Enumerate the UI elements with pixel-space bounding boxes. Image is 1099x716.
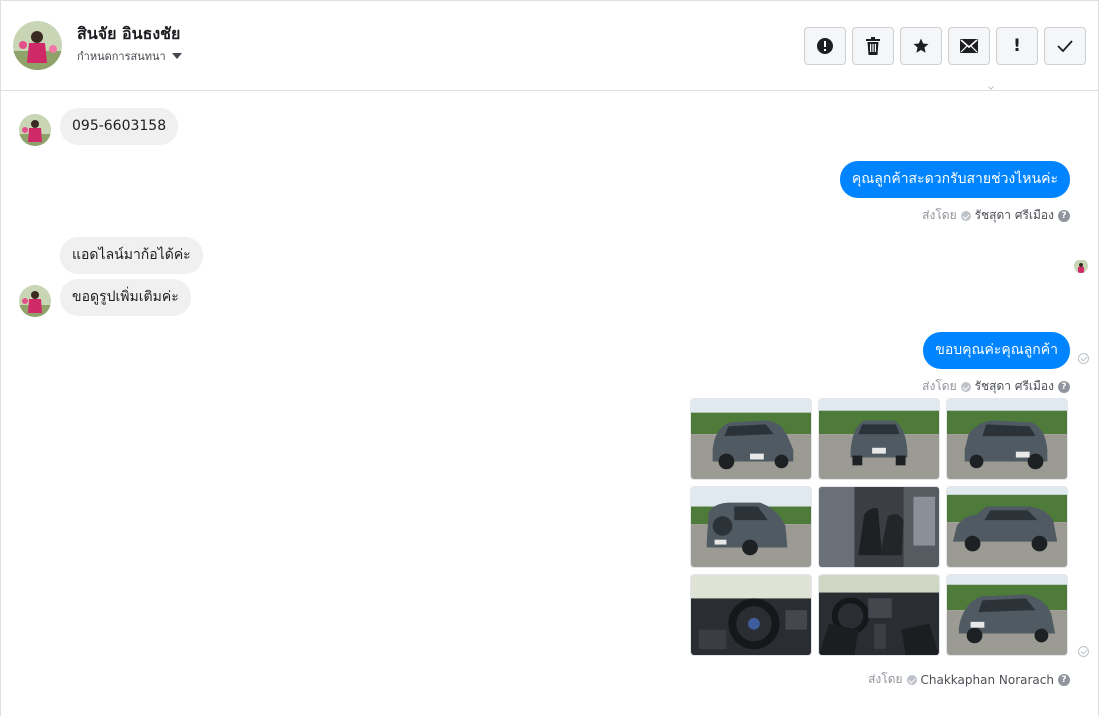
star-icon <box>913 38 929 53</box>
sent-by-label: ส่งโดย <box>868 672 903 686</box>
alert-circle-icon <box>817 38 833 54</box>
car-photo-8[interactable] <box>818 574 940 656</box>
car-photo-2[interactable] <box>818 398 940 480</box>
verified-icon <box>960 210 971 221</box>
car-photo-4[interactable] <box>690 486 812 568</box>
outgoing-message[interactable]: ขอบคุณค่ะคุณลูกค้า <box>923 332 1070 369</box>
sent-by-info: ส่งโดย Chakkaphan Norarach ? <box>868 670 1070 689</box>
conversation-toolbar: ! <box>804 27 1086 65</box>
sent-by-info: ส่งโดย รัชสุดา ศรีเมือง ? <box>922 206 1070 225</box>
verified-icon <box>960 381 971 392</box>
seen-avatar <box>1074 259 1088 273</box>
mark-unread-button[interactable] <box>948 27 990 65</box>
car-photo-1[interactable] <box>690 398 812 480</box>
incoming-message[interactable]: แอดไลน์มาก้อได้ค่ะ <box>60 237 203 274</box>
car-photo-5[interactable] <box>818 486 940 568</box>
contact-avatar-small[interactable] <box>19 114 51 146</box>
important-button[interactable]: ! <box>996 27 1038 65</box>
contact-avatar[interactable] <box>13 21 62 70</box>
exclamation-icon: ! <box>1013 36 1021 56</box>
sender-name[interactable]: Chakkaphan Norarach <box>921 673 1054 687</box>
envelope-icon <box>960 39 978 53</box>
conversation-settings-menu[interactable]: กำหนดการสนทนา <box>77 47 182 65</box>
conversation-settings-label: กำหนดการสนทนา <box>77 50 166 63</box>
sender-name[interactable]: รัชสุดา ศรีเมือง <box>975 206 1054 225</box>
star-button[interactable] <box>900 27 942 65</box>
sent-by-info: ส่งโดย รัชสุดา ศรีเมือง ? <box>922 377 1070 396</box>
car-photo-7[interactable] <box>690 574 812 656</box>
sent-by-label: ส่งโดย <box>922 208 957 222</box>
photo-attachment-grid <box>690 398 1070 656</box>
caret-down-icon <box>171 53 182 59</box>
incoming-message[interactable]: ขอดูรูปเพิ่มเติมค่ะ <box>60 279 191 316</box>
conversation-panel: สินจัย อินธงชัย กำหนดการสนทนา ! 095-6603… <box>0 0 1099 716</box>
sender-name[interactable]: รัชสุดา ศรีเมือง <box>975 377 1054 396</box>
verified-icon <box>906 674 917 685</box>
conversation-header: สินจัย อินธงชัย กำหนดการสนทนา ! <box>1 1 1098 91</box>
delivered-icon <box>1078 353 1089 364</box>
delivered-icon <box>1078 646 1089 657</box>
trash-icon <box>866 37 880 55</box>
outgoing-message[interactable]: คุณลูกค้าสะดวกรับสายช่วงไหนค่ะ <box>839 161 1070 198</box>
report-button[interactable] <box>804 27 846 65</box>
car-photo-3[interactable] <box>946 398 1068 480</box>
check-icon <box>1057 40 1073 52</box>
car-photo-9[interactable] <box>946 574 1068 656</box>
car-photo-6[interactable] <box>946 486 1068 568</box>
sent-by-label: ส่งโดย <box>922 379 957 393</box>
incoming-message[interactable]: 095-6603158 <box>60 108 179 145</box>
help-icon[interactable]: ? <box>1058 380 1070 393</box>
delete-button[interactable] <box>852 27 894 65</box>
done-button[interactable] <box>1044 27 1086 65</box>
help-icon[interactable]: ? <box>1058 209 1070 222</box>
contact-name: สินจัย อินธงชัย <box>77 24 181 43</box>
help-icon[interactable]: ? <box>1058 673 1070 686</box>
contact-avatar-small[interactable] <box>19 285 51 317</box>
